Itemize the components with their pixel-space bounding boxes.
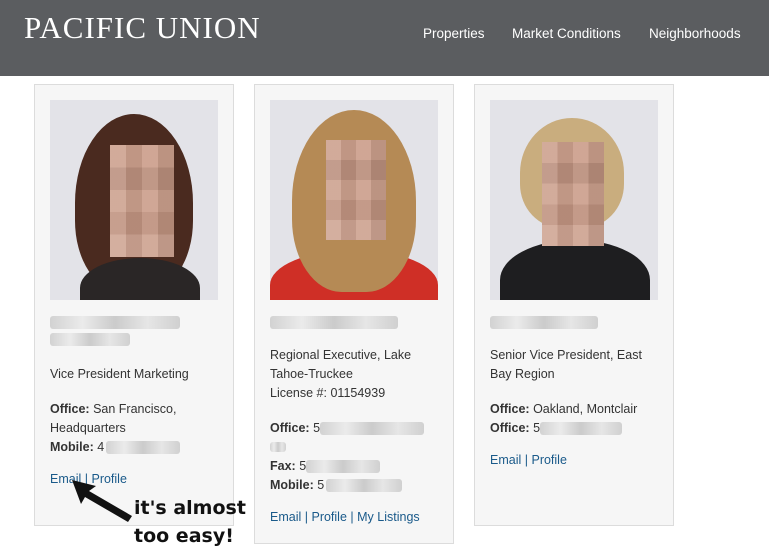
annotation-line: it's almost (134, 497, 246, 519)
agent-mobile: Mobile: 5 (270, 476, 324, 495)
email-link[interactable]: Email (490, 453, 521, 467)
profile-link[interactable]: Profile (311, 510, 346, 524)
annotation-arrow-icon (72, 480, 132, 522)
mobile-prefix: 4 (97, 440, 105, 454)
link-separator: | (524, 453, 528, 467)
agent-name-redacted (270, 316, 398, 329)
fax-label: Fax: (270, 459, 296, 473)
agent-name-redacted (50, 333, 130, 346)
office-prefix: 5 (533, 421, 541, 435)
agent-office: Office: 5 (270, 419, 320, 438)
agent-photo[interactable] (270, 100, 438, 300)
agent-title: Vice President Marketing (50, 367, 189, 381)
main-nav: Properties Market Conditions Neighborhoo… (0, 26, 769, 46)
agent-title: Regional Executive, Lake (270, 348, 412, 362)
link-separator: | (304, 510, 308, 524)
mobile-prefix: 5 (317, 478, 325, 492)
agent-photo[interactable] (490, 100, 658, 300)
agent-links: Email | Profile (490, 451, 567, 470)
license-label: License #: (270, 386, 327, 400)
agent-title: Tahoe-Truckee (270, 367, 353, 381)
agent-photo[interactable] (50, 100, 218, 300)
license-number: 01154939 (330, 386, 386, 400)
office-label: Office: (490, 421, 530, 435)
site-header: PACIFIC UNION Properties Market Conditio… (0, 0, 769, 76)
agent-name-redacted (490, 316, 598, 329)
fax-redacted (306, 460, 380, 473)
annotation-text: it's almost too easy! (134, 494, 246, 550)
office-label: Office: (270, 421, 310, 435)
mobile-label: Mobile: (270, 478, 314, 492)
nav-properties[interactable]: Properties (423, 26, 485, 41)
office-redacted (320, 422, 424, 435)
link-separator: | (350, 510, 354, 524)
office-value: Headquarters (50, 421, 126, 435)
agent-license: License #: 01154939 (270, 384, 385, 403)
office-redacted (270, 442, 286, 452)
office-label: Office: (490, 402, 530, 416)
office-label: Office: (50, 402, 90, 416)
mobile-redacted (326, 479, 402, 492)
mobile-redacted (106, 441, 180, 454)
office-prefix: 5 (313, 421, 321, 435)
my-listings-link[interactable]: My Listings (357, 510, 420, 524)
office-redacted (540, 422, 622, 435)
agent-links: Email | Profile | My Listings (270, 508, 420, 527)
agent-office: Office: Oakland, Montclair (490, 400, 637, 419)
office-value: Oakland, Montclair (533, 402, 638, 416)
agent-office-2: Office: 5 (490, 419, 540, 438)
profile-link[interactable]: Profile (531, 453, 566, 467)
agent-fax: Fax: 5 (270, 457, 306, 476)
agent-mobile: Mobile: 4 (50, 438, 104, 457)
nav-market-conditions[interactable]: Market Conditions (512, 26, 621, 41)
nav-neighborhoods[interactable]: Neighborhoods (649, 26, 741, 41)
agent-title: Senior Vice President, East (490, 348, 642, 362)
agent-office: Office: San Francisco, (50, 400, 176, 419)
agent-title: Bay Region (490, 367, 555, 381)
email-link[interactable]: Email (270, 510, 301, 524)
agent-name-redacted (50, 316, 180, 329)
mobile-label: Mobile: (50, 440, 94, 454)
annotation-line: too easy! (134, 525, 234, 547)
office-value: San Francisco, (93, 402, 177, 416)
